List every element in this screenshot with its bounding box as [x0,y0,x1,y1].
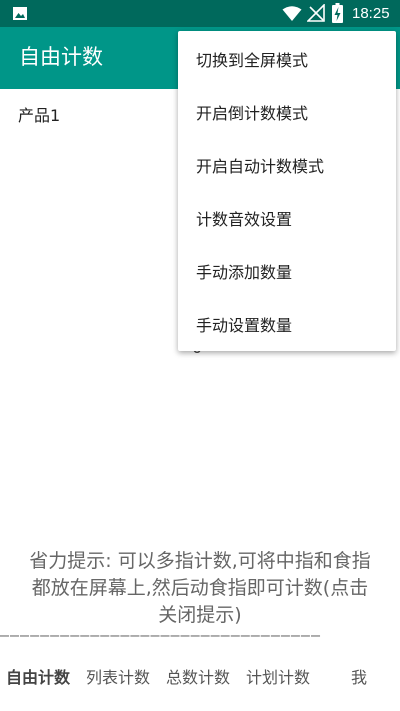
signal-off-icon [307,4,325,22]
gallery-icon [13,7,27,20]
hint-text[interactable]: 省力提示: 可以多指计数,可将中指和食指 都放在屏幕上,然后动食指即可计数(点击… [0,548,400,629]
product-label[interactable]: 产品1 [18,105,60,127]
status-bar: 18:25 [0,0,400,27]
tab-list-count[interactable]: 列表计数 [86,667,150,689]
menu-item-set-quantity[interactable]: 手动设置数量 [178,297,396,350]
tab-total-count[interactable]: 总数计数 [166,667,230,689]
hint-line: 关闭提示) [158,604,242,626]
menu-item-sound-settings[interactable]: 计数音效设置 [178,191,396,244]
bottom-nav: 自由计数 列表计数 总数计数 计划计数 我 [0,661,400,695]
app-title: 自由计数 [19,45,103,69]
tab-me[interactable]: 我 [351,667,367,689]
menu-item-fullscreen[interactable]: 切换到全屏模式 [178,32,396,85]
status-time: 18:25 [352,5,390,22]
hint-line: 都放在屏幕上,然后动食指即可计数(点击 [31,577,369,599]
menu-item-countdown-mode[interactable]: 开启倒计数模式 [178,85,396,138]
battery-charging-icon [332,3,343,23]
divider: –––––––––––––––––––––––––––––––– [0,627,321,643]
menu-item-auto-count-mode[interactable]: 开启自动计数模式 [178,138,396,191]
wifi-icon [282,6,302,21]
tab-plan-count[interactable]: 计划计数 [246,667,310,689]
hint-line: 省力提示: 可以多指计数,可将中指和食指 [29,550,371,572]
overflow-menu: 切换到全屏模式 开启倒计数模式 开启自动计数模式 计数音效设置 手动添加数量 手… [178,31,396,351]
menu-item-add-quantity[interactable]: 手动添加数量 [178,244,396,297]
tab-free-count[interactable]: 自由计数 [6,667,70,689]
